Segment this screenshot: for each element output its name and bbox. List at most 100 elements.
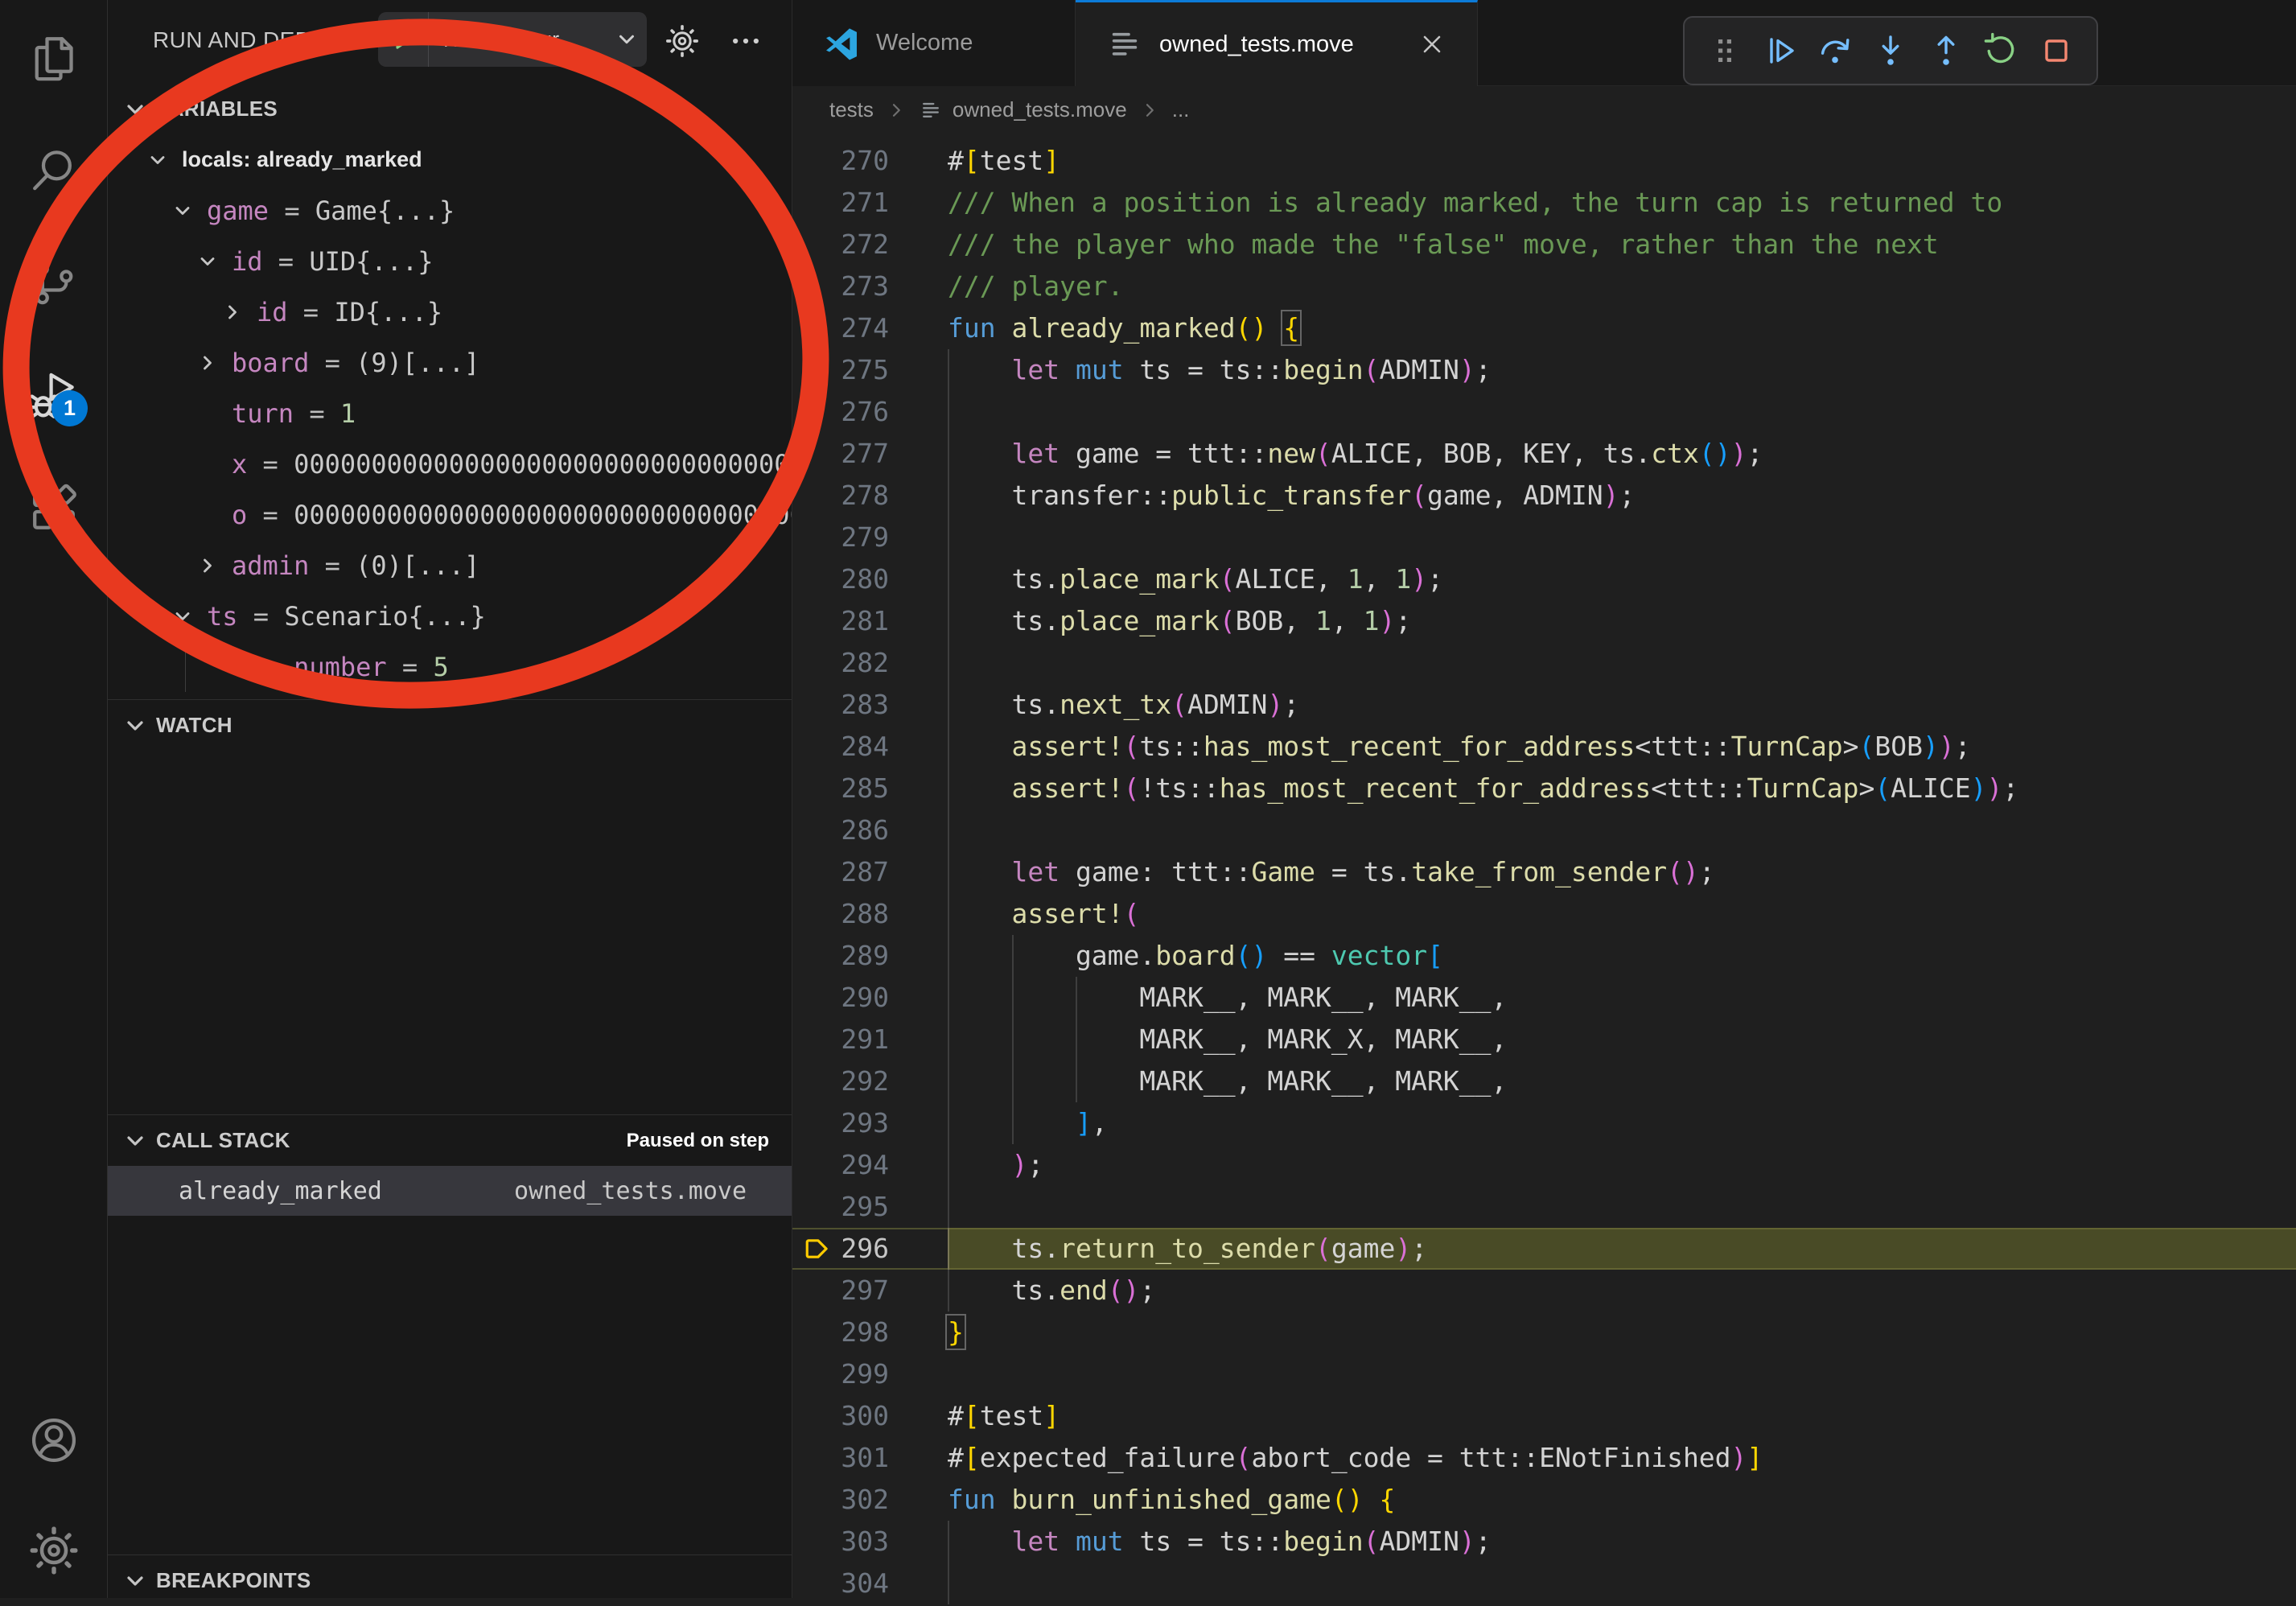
line-number[interactable]: 287 (792, 851, 889, 893)
line-number[interactable]: 283 (792, 684, 889, 726)
code-line-295[interactable]: 295 (792, 1186, 2296, 1228)
code-line-292[interactable]: 292 MARK__, MARK__, MARK__, (792, 1060, 2296, 1102)
line-number[interactable]: 286 (792, 809, 889, 851)
code-line-304[interactable]: 304 (792, 1563, 2296, 1604)
launch-config-dropdown[interactable]: No Configur (378, 12, 647, 67)
code-text[interactable]: #[test] (948, 140, 1060, 182)
variable-row[interactable]: admin = (0)[...] (108, 540, 792, 591)
line-number[interactable]: 273 (792, 266, 889, 307)
line-number[interactable]: 278 (792, 475, 889, 517)
line-number[interactable]: 271 (792, 182, 889, 224)
code-text[interactable]: assert!(!ts::has_most_recent_for_address… (948, 768, 2018, 809)
line-number[interactable]: 285 (792, 768, 889, 809)
code-line-278[interactable]: 278 transfer::public_transfer(game, ADMI… (792, 475, 2296, 517)
line-number[interactable]: 274 (792, 307, 889, 349)
code-text[interactable]: assert!( (948, 893, 1139, 935)
variable-row[interactable]: id = ID{...} (108, 286, 792, 337)
line-number[interactable]: 282 (792, 642, 889, 684)
variables-section-header[interactable]: VARIABLES (108, 84, 792, 134)
code-text[interactable]: let mut ts = ts::begin(ADMIN); (948, 1521, 1492, 1563)
code-line-299[interactable]: 299 (792, 1353, 2296, 1395)
code-text[interactable]: ts.return_to_sender(game); (948, 1228, 1427, 1270)
line-number[interactable]: 270 (792, 140, 889, 182)
line-number[interactable]: 275 (792, 349, 889, 391)
code-line-293[interactable]: 293 ], (792, 1102, 2296, 1144)
code-text[interactable]: #[expected_failure(abort_code = ttt::ENo… (948, 1437, 1763, 1479)
line-number[interactable]: 280 (792, 558, 889, 600)
breadcrumb-item[interactable]: ... (1172, 97, 1190, 122)
activity-bar-search[interactable] (0, 132, 107, 209)
stop-button[interactable] (2035, 30, 2077, 72)
line-number[interactable]: 284 (792, 726, 889, 768)
code-line-275[interactable]: 275 let mut ts = ts::begin(ADMIN); (792, 349, 2296, 391)
line-number[interactable]: 289 (792, 935, 889, 977)
code-line-280[interactable]: 280 ts.place_mark(ALICE, 1, 1); (792, 558, 2296, 600)
code-line-303[interactable]: 303 let mut ts = ts::begin(ADMIN); (792, 1521, 2296, 1563)
code-line-286[interactable]: 286 (792, 809, 2296, 851)
activity-bar-account[interactable] (0, 1402, 107, 1479)
step-over-button[interactable] (1814, 30, 1856, 72)
code-text[interactable]: transfer::public_transfer(game, ADMIN); (948, 475, 1635, 517)
code-line-277[interactable]: 277 let game = ttt::new(ALICE, BOB, KEY,… (792, 433, 2296, 475)
line-number[interactable]: 295 (792, 1186, 889, 1228)
code-line-298[interactable]: 298} (792, 1312, 2296, 1353)
line-number[interactable]: 296 (792, 1228, 889, 1270)
code-line-297[interactable]: 297 ts.end(); (792, 1270, 2296, 1312)
activity-bar-run-and-debug[interactable]: 1 (0, 357, 107, 434)
line-number[interactable]: 281 (792, 600, 889, 642)
code-text[interactable]: MARK__, MARK__, MARK__, (948, 977, 1507, 1019)
code-text[interactable]: ts.end(); (948, 1270, 1155, 1312)
code-text[interactable]: /// the player who made the "false" move… (948, 224, 1939, 266)
code-line-274[interactable]: 274 fun already_marked() { (792, 307, 2296, 349)
code-text[interactable]: /// When a position is already marked, t… (948, 182, 2002, 224)
grip-handle[interactable] (1704, 30, 1746, 72)
code-text[interactable]: /// player. (948, 266, 1124, 307)
line-number[interactable]: 292 (792, 1060, 889, 1102)
breadcrumb-item[interactable]: tests (829, 97, 874, 122)
line-number[interactable]: 279 (792, 517, 889, 558)
code-text[interactable]: fun already_marked() { (948, 307, 1299, 349)
restart-button[interactable] (1980, 30, 2022, 72)
code-text[interactable]: fun burn_unfinished_game() { (948, 1479, 1395, 1521)
code-text[interactable]: ts.place_mark(ALICE, 1, 1); (948, 558, 1443, 600)
code-line-288[interactable]: 288 assert!( (792, 893, 2296, 935)
code-line-302[interactable]: 302 fun burn_unfinished_game() { (792, 1479, 2296, 1521)
code-line-271[interactable]: 271 /// When a position is already marked… (792, 182, 2296, 224)
code-line-276[interactable]: 276 (792, 391, 2296, 433)
line-number[interactable]: 301 (792, 1437, 889, 1479)
activity-bar-explorer[interactable] (0, 19, 107, 97)
variable-row[interactable]: turn = 1 (108, 388, 792, 439)
variable-row[interactable]: ts = Scenario{...} (108, 591, 792, 641)
breadcrumb-item[interactable]: owned_tests.move (919, 97, 1127, 122)
continue-button[interactable] (1759, 30, 1801, 72)
line-number[interactable]: 291 (792, 1019, 889, 1060)
code-line-284[interactable]: 284 assert!(ts::has_most_recent_for_addr… (792, 726, 2296, 768)
code-text[interactable]: let game: ttt::Game = ts.take_from_sende… (948, 851, 1715, 893)
tab-welcome[interactable]: Welcome (792, 0, 1076, 86)
code-line-289[interactable]: 289 game.board() == vector[ (792, 935, 2296, 977)
code-line-287[interactable]: 287 let game: ttt::Game = ts.take_from_s… (792, 851, 2296, 893)
activity-bar-extensions[interactable] (0, 470, 107, 547)
breakpoints-section-header[interactable]: BREAKPOINTS (108, 1555, 792, 1606)
variable-row[interactable]: locals: already_marked (108, 134, 792, 185)
code-line-279[interactable]: 279 (792, 517, 2296, 558)
line-number[interactable]: 304 (792, 1563, 889, 1604)
code-text[interactable]: #[test] (948, 1395, 1060, 1437)
line-number[interactable]: 288 (792, 893, 889, 935)
line-number[interactable]: 277 (792, 433, 889, 475)
step-out-button[interactable] (1925, 30, 1967, 72)
line-number[interactable]: 272 (792, 224, 889, 266)
line-number[interactable]: 298 (792, 1312, 889, 1353)
variable-row[interactable]: id = UID{...} (108, 236, 792, 286)
activity-bar-settings[interactable] (0, 1512, 107, 1589)
code-text[interactable]: MARK__, MARK_X, MARK__, (948, 1019, 1507, 1060)
code-line-296[interactable]: 296 ts.return_to_sender(game); (792, 1228, 2296, 1270)
code-line-285[interactable]: 285 assert!(!ts::has_most_recent_for_add… (792, 768, 2296, 809)
line-number[interactable]: 302 (792, 1479, 889, 1521)
code-line-272[interactable]: 272 /// the player who made the "false" m… (792, 224, 2296, 266)
code-line-270[interactable]: 270 #[test] (792, 140, 2296, 182)
code-text[interactable]: game.board() == vector[ (948, 935, 1443, 977)
variable-row[interactable]: txn_number = 5 (108, 641, 792, 692)
variable-row[interactable]: game = Game{...} (108, 185, 792, 236)
code-text[interactable]: MARK__, MARK__, MARK__, (948, 1060, 1507, 1102)
